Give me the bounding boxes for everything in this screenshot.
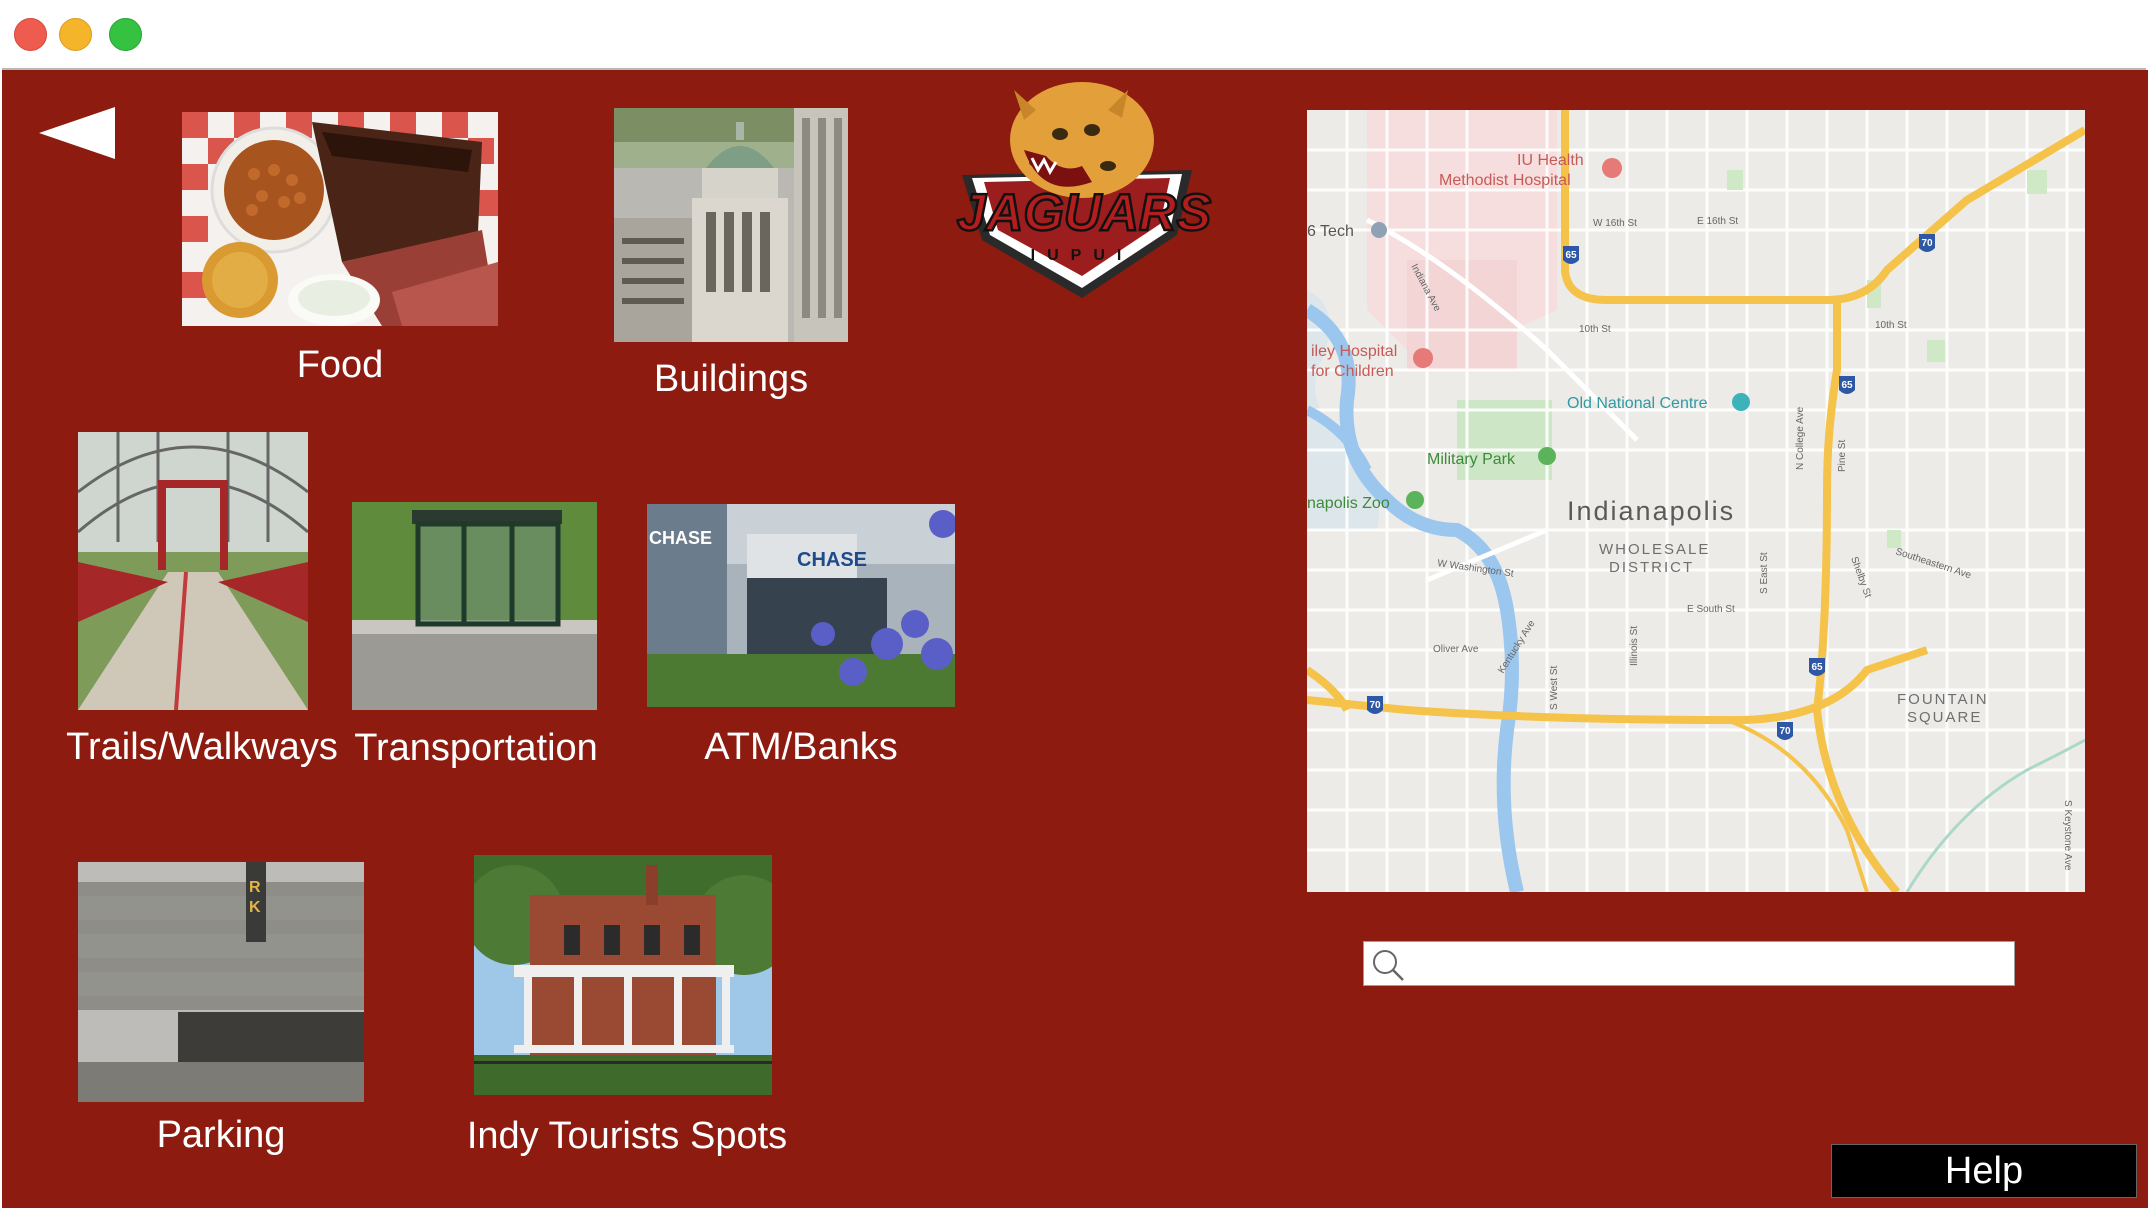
- category-parking[interactable]: R K Parking: [78, 862, 364, 1162]
- title-bar: [2, 2, 2146, 70]
- search-input[interactable]: [1416, 946, 2010, 982]
- city-map[interactable]: IU Health Methodist Hospital 6 Tech iley…: [1307, 110, 2085, 892]
- interstate-shield: 70: [1369, 700, 1381, 711]
- interstate-shield: 65: [1841, 380, 1853, 391]
- svg-text:CHASE: CHASE: [797, 549, 867, 571]
- map-place-label: Military Park: [1427, 451, 1516, 468]
- minimize-window-button[interactable]: [59, 18, 92, 51]
- map-district-label: DISTRICT: [1609, 559, 1694, 576]
- interstate-shield: 70: [1921, 238, 1933, 249]
- svg-text:R: R: [249, 879, 261, 896]
- buildings-image: [614, 108, 848, 342]
- jaguars-logo: JAGUARS IUPUI: [956, 82, 1213, 298]
- map-place-label: Methodist Hospital: [1439, 172, 1571, 189]
- category-buildings[interactable]: Buildings: [614, 108, 848, 408]
- map-street-label: N College Ave: [1795, 406, 1806, 470]
- map-street-label: Pine St: [1837, 440, 1848, 472]
- tourist-spots-image: [474, 855, 772, 1095]
- svg-text:K: K: [249, 899, 261, 916]
- map-district-label: FOUNTAIN: [1897, 691, 1989, 708]
- map-street-label: Oliver Ave: [1433, 644, 1479, 655]
- category-label: Indy Tourists Spots: [466, 1115, 788, 1157]
- trails-image: [78, 432, 308, 710]
- map-district-label: SQUARE: [1907, 709, 1982, 726]
- search-bar: [1363, 941, 2015, 986]
- category-food[interactable]: Food: [182, 112, 498, 392]
- map-street-label: S Keystone Ave: [2062, 800, 2073, 871]
- category-label: Trails/Walkways: [66, 726, 338, 768]
- category-atm-banks[interactable]: CHASE CHASE ATM/Banks: [647, 504, 955, 772]
- map-district-label: WHOLESALE: [1599, 541, 1710, 558]
- map-place-label: iley Hospital: [1311, 343, 1397, 360]
- category-label: ATM/Banks: [704, 726, 898, 768]
- category-label: Buildings: [653, 358, 809, 400]
- search-icon[interactable]: [1370, 947, 1406, 983]
- transportation-image: [352, 502, 597, 710]
- category-transportation[interactable]: Transportation: [352, 502, 600, 772]
- map-place-label: for Children: [1311, 363, 1394, 380]
- logo-text: JAGUARS: [957, 184, 1212, 242]
- svg-text:CHASE: CHASE: [649, 528, 712, 548]
- back-arrow-icon[interactable]: [37, 105, 117, 160]
- map-street-label: E 16th St: [1697, 216, 1738, 227]
- map-street-label: S West St: [1549, 666, 1560, 710]
- category-trails[interactable]: Trails/Walkways: [66, 432, 344, 772]
- interstate-shield: 65: [1811, 662, 1823, 673]
- category-label: Transportation: [354, 727, 598, 769]
- category-label: Parking: [156, 1114, 286, 1156]
- map-canvas: IU Health Methodist Hospital 6 Tech iley…: [1307, 110, 2085, 892]
- category-tourist-spots[interactable]: Indy Tourists Spots: [462, 855, 792, 1165]
- map-street-label: 10th St: [1579, 324, 1611, 335]
- interstate-shield: 65: [1565, 250, 1577, 261]
- help-button[interactable]: Help: [1831, 1144, 2137, 1198]
- parking-image: R K: [78, 862, 364, 1102]
- map-place-label: IU Health: [1517, 152, 1584, 169]
- app-window: Food Buildings JAGUARS IUPUI Trails/Walk…: [0, 0, 2150, 1212]
- close-window-button[interactable]: [14, 18, 47, 51]
- map-street-label: S East St: [1759, 552, 1770, 594]
- map-street-label: Illinois St: [1629, 626, 1640, 666]
- map-place-label: 6 Tech: [1307, 223, 1354, 240]
- main-content: Food Buildings JAGUARS IUPUI Trails/Walk…: [2, 70, 2148, 1208]
- map-street-label: W 16th St: [1593, 218, 1637, 229]
- map-place-label: napolis Zoo: [1307, 495, 1390, 512]
- map-street-label: 10th St: [1875, 320, 1907, 331]
- maximize-window-button[interactable]: [109, 18, 142, 51]
- map-street-label: E South St: [1687, 604, 1735, 615]
- category-label: Food: [296, 344, 384, 386]
- map-city-label: Indianapolis: [1567, 496, 1735, 526]
- interstate-shield: 70: [1779, 726, 1791, 737]
- atm-banks-image: CHASE CHASE: [647, 504, 955, 707]
- food-image: [182, 112, 498, 326]
- logo-subtext: IUPUI: [1031, 247, 1134, 264]
- map-place-label: Old National Centre: [1567, 395, 1708, 412]
